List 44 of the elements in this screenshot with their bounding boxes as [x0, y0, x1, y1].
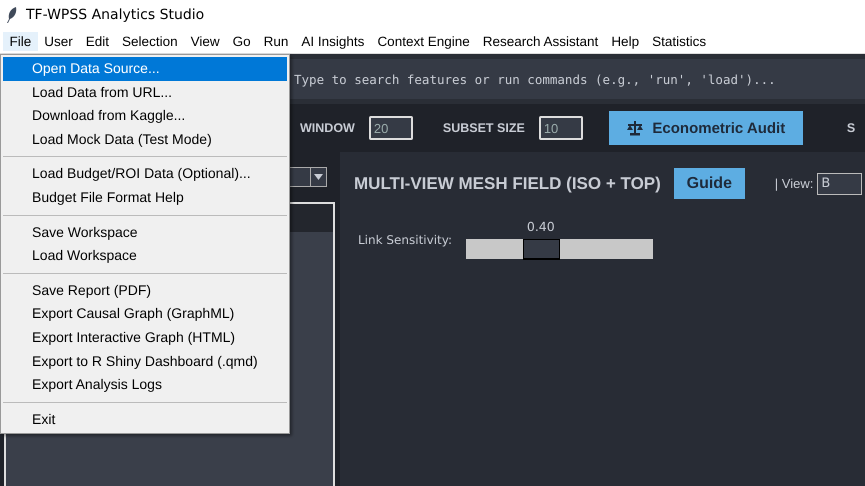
menu-item[interactable]: Save Workspace: [3, 220, 287, 244]
guide-button[interactable]: Guide: [674, 168, 745, 199]
menu-item[interactable]: AI Insights: [294, 32, 371, 51]
slider-thumb[interactable]: [522, 239, 560, 260]
menu-item[interactable]: Export Causal Graph (GraphML): [3, 302, 287, 326]
menu-item[interactable]: File: [3, 32, 38, 51]
menu-item[interactable]: Research Assistant: [476, 32, 605, 51]
menu-item[interactable]: Budget File Format Help: [3, 186, 287, 210]
menu-item[interactable]: Load Mock Data (Test Mode): [3, 128, 287, 152]
slider-value: 0.40: [526, 219, 555, 234]
menu-item[interactable]: Help: [604, 32, 646, 51]
menu-item[interactable]: Export Analysis Logs: [3, 373, 287, 397]
menu-item[interactable]: Exit: [3, 408, 287, 432]
menu-item[interactable]: Export Interactive Graph (HTML): [3, 326, 287, 350]
menu-item[interactable]: User: [38, 32, 80, 51]
menu-item[interactable]: Save Report (PDF): [3, 278, 287, 302]
menu-item[interactable]: Selection: [116, 32, 184, 51]
scales-icon: [626, 120, 644, 136]
search-field[interactable]: Type to search features or run commands (e.g., 'run', 'load')...: [288, 59, 865, 99]
slider-track[interactable]: [466, 239, 653, 259]
menu-item[interactable]: Context Engine: [370, 32, 476, 51]
view-dropdown[interactable]: B: [817, 172, 862, 194]
view-label: | View:: [774, 176, 814, 191]
menu-item[interactable]: View: [184, 32, 226, 51]
menu-item[interactable]: Load Data from URL...: [3, 80, 287, 104]
slider-label: Link Sensitivity:: [358, 233, 454, 247]
menu-item[interactable]: Go: [226, 32, 258, 51]
menu-item[interactable]: Edit: [79, 32, 116, 51]
audit-button[interactable]: Econometric Audit: [608, 111, 803, 145]
field-label: WINDOW: [300, 121, 355, 135]
menu-item[interactable]: Open Data Source...: [3, 57, 287, 81]
subset-size-field[interactable]: 10: [538, 116, 583, 140]
window-field[interactable]: 20: [368, 116, 413, 140]
menu-item[interactable]: Load Workspace: [3, 244, 287, 268]
menu-item[interactable]: Download from Kaggle...: [3, 104, 287, 128]
window-title: TF-WPSS Analytics Studio: [26, 7, 204, 23]
menu-item[interactable]: Statistics: [646, 32, 713, 51]
menu-item[interactable]: Export to R Shiny Dashboard (.qmd): [3, 350, 287, 374]
menu-item[interactable]: Run: [257, 32, 295, 51]
menu-item[interactable]: Load Budget/ROI Data (Optional)...: [3, 162, 287, 186]
feather-icon: [6, 6, 18, 24]
panel-title: MULTI-VIEW MESH FIELD (ISO + TOP): [354, 174, 661, 194]
field-label: S: [846, 121, 856, 135]
field-label: SUBSET SIZE: [442, 121, 525, 135]
